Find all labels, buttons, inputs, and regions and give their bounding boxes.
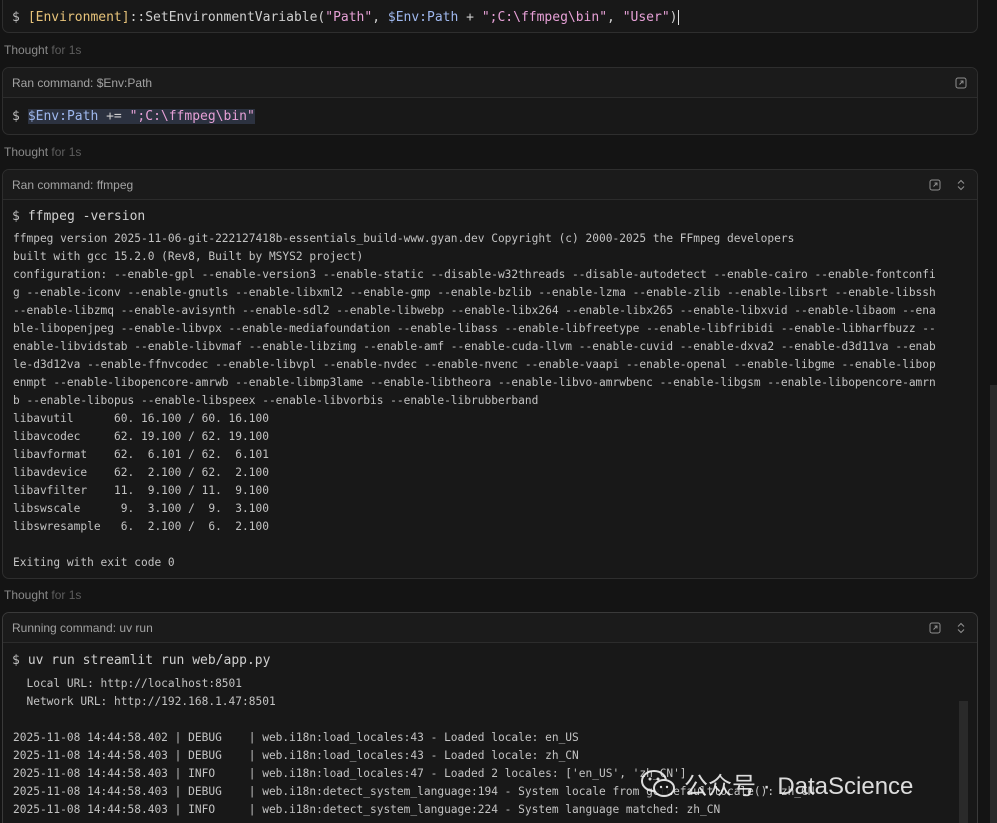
code-token: "Path" bbox=[325, 10, 373, 25]
page-scrollbar[interactable] bbox=[990, 385, 997, 823]
output-line: libavfilter 11. 9.100 / 11. 9.100 bbox=[13, 484, 269, 497]
code-token: + bbox=[458, 10, 482, 25]
thought-label: Thought bbox=[4, 145, 49, 159]
code-token: ) bbox=[669, 10, 678, 25]
output-line: ffmpeg version 2025-11-06-git-222127418b… bbox=[13, 232, 795, 245]
command-text: ffmpeg -version bbox=[27, 208, 146, 224]
wechat-icon bbox=[641, 769, 675, 797]
output-line: enmpt --enable-libopencore-amrwb --enabl… bbox=[13, 376, 936, 389]
command-card-set-env: $ [Environment]::SetEnvironmentVariable("… bbox=[2, 0, 978, 33]
card-title: Ran command: ffmpeg bbox=[12, 177, 134, 192]
prompt-symbol: $ bbox=[12, 108, 20, 124]
output-line: g --enable-iconv --enable-gnutls --enabl… bbox=[13, 286, 936, 299]
output-line: --enable-libzmq --enable-avisynth --enab… bbox=[13, 304, 936, 317]
thought-indicator[interactable]: Thought for 1s bbox=[4, 43, 81, 57]
command-text: uv run streamlit run web/app.py bbox=[27, 652, 271, 668]
code-token: $Env:Path bbox=[387, 10, 459, 25]
output-line: ble-libopenjpeg --enable-libvpx --enable… bbox=[13, 322, 936, 335]
command-output: ffmpeg version 2025-11-06-git-222127418b… bbox=[3, 230, 977, 572]
output-line: enable-libvidstab --enable-libvmaf --ena… bbox=[13, 340, 936, 353]
open-external-icon[interactable] bbox=[954, 76, 968, 90]
code-token: ::SetEnvironmentVariable( bbox=[129, 10, 326, 25]
code-token: "User" bbox=[622, 10, 670, 25]
output-line: libswscale 9. 3.100 / 9. 3.100 bbox=[13, 502, 269, 515]
code-token: [Environment] bbox=[27, 10, 130, 25]
output-line: libavcodec 62. 19.100 / 62. 19.100 bbox=[13, 430, 269, 443]
thought-indicator[interactable]: Thought for 1s bbox=[4, 588, 81, 602]
command-line: $ uv run streamlit run web/app.py bbox=[3, 643, 977, 675]
code-token: ";C:\ffmpeg\bin" bbox=[129, 108, 255, 124]
command-line: $ ffmpeg -version bbox=[3, 200, 977, 230]
output-line: Local URL: http://localhost:8501 bbox=[13, 677, 243, 690]
code-token: , bbox=[372, 10, 388, 25]
thought-duration: for 1s bbox=[51, 588, 82, 602]
card-title: Ran command: $Env:Path bbox=[12, 75, 153, 90]
prompt-symbol: $ bbox=[12, 208, 20, 224]
code-token: += bbox=[98, 108, 130, 124]
output-line: libavformat 62. 6.101 / 62. 6.101 bbox=[13, 448, 269, 461]
command-line: $ $Env:Path += ";C:\ffmpeg\bin" bbox=[3, 98, 977, 134]
command-line: $ [Environment]::SetEnvironmentVariable("… bbox=[3, 0, 977, 32]
output-line: configuration: --enable-gpl --enable-ver… bbox=[13, 268, 936, 281]
header-actions bbox=[954, 76, 968, 90]
output-line: libavdevice 62. 2.100 / 62. 2.100 bbox=[13, 466, 269, 479]
code-token: $Env:Path bbox=[27, 108, 99, 124]
output-line: 2025-11-08 14:44:58.403 | DEBUG | web.i1… bbox=[13, 749, 579, 762]
thought-duration: for 1s bbox=[51, 145, 82, 159]
prompt-symbol: $ bbox=[12, 652, 20, 668]
header-actions bbox=[928, 621, 968, 635]
command-card-ffmpeg: Ran command: ffmpeg $ ffmpeg -version ffm… bbox=[2, 169, 978, 579]
card-header: Ran command: ffmpeg bbox=[3, 170, 977, 200]
code-token: ";C:\ffmpeg\bin" bbox=[481, 10, 608, 25]
watermark: 公众号 · DataScience bbox=[640, 766, 913, 801]
thought-label: Thought bbox=[4, 588, 49, 602]
header-actions bbox=[928, 178, 968, 192]
output-line: 2025-11-08 14:44:58.402 | DEBUG | web.i1… bbox=[13, 731, 579, 744]
card-header: Running command: uv run bbox=[3, 613, 977, 643]
thought-indicator[interactable]: Thought for 1s bbox=[4, 145, 81, 159]
card-header: Ran command: $Env:Path bbox=[3, 68, 977, 98]
text-caret bbox=[677, 10, 679, 25]
chevron-up-down-icon[interactable] bbox=[954, 621, 968, 635]
output-line: le-d3d12va --enable-ffnvcodec --enable-l… bbox=[13, 358, 936, 371]
thought-duration: for 1s bbox=[51, 43, 82, 57]
output-scrollbar[interactable] bbox=[959, 701, 968, 823]
prompt-symbol: $ bbox=[12, 10, 20, 25]
output-line: Network URL: http://192.168.1.47:8501 bbox=[13, 695, 276, 708]
open-external-icon[interactable] bbox=[928, 621, 942, 635]
command-card-env-path: Ran command: $Env:Path $ $Env:Path += ";C… bbox=[2, 67, 978, 135]
open-external-icon[interactable] bbox=[928, 178, 942, 192]
output-line: b --enable-libopus --enable-libspeex --e… bbox=[13, 394, 539, 407]
card-title: Running command: uv run bbox=[12, 620, 153, 635]
output-line: Exiting with exit code 0 bbox=[13, 556, 175, 569]
output-line: libavutil 60. 16.100 / 60. 16.100 bbox=[13, 412, 269, 425]
chevron-up-down-icon[interactable] bbox=[954, 178, 968, 192]
code-token: , bbox=[607, 10, 623, 25]
watermark-text: 公众号 · DataScience bbox=[684, 773, 914, 800]
output-line: built with gcc 15.2.0 (Rev8, Built by MS… bbox=[13, 250, 364, 263]
thought-label: Thought bbox=[4, 43, 49, 57]
output-line: 2025-11-08 14:44:58.403 | INFO | web.i18… bbox=[13, 803, 721, 816]
output-line: libswresample 6. 2.100 / 6. 2.100 bbox=[13, 520, 269, 533]
